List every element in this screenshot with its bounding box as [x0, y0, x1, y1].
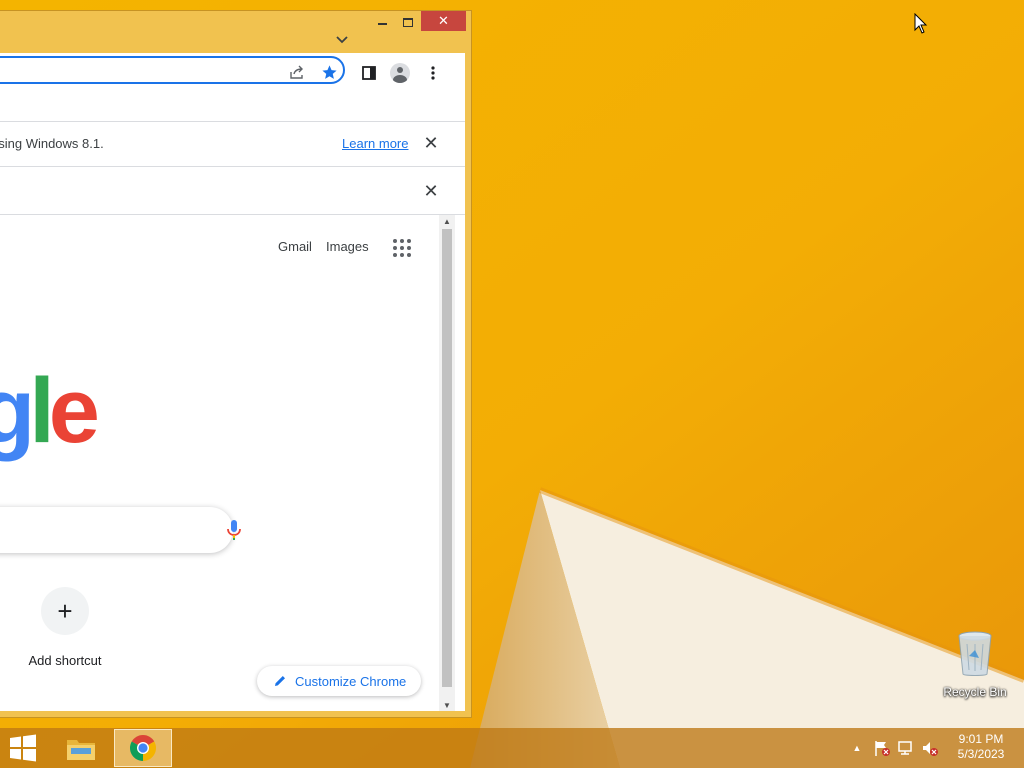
chevron-down-icon[interactable] [331, 29, 353, 51]
share-icon[interactable] [288, 63, 306, 81]
volume-muted-icon[interactable] [920, 738, 940, 758]
maximize-button[interactable] [399, 15, 417, 31]
chrome-taskbar-button[interactable] [114, 729, 172, 767]
logo-letter: g [0, 360, 35, 462]
file-explorer-icon[interactable] [60, 731, 102, 765]
close-window-button[interactable]: ✕ [421, 11, 466, 31]
bookmarks-bar [0, 88, 465, 122]
scrollbar-thumb[interactable] [442, 229, 452, 687]
gmail-link[interactable]: Gmail [278, 239, 312, 254]
recycle-bin-icon [958, 631, 992, 676]
scroll-down-arrow-icon[interactable]: ▼ [439, 699, 455, 711]
clock-time: 9:01 PM [958, 732, 1004, 746]
customize-chrome-label: Customize Chrome [295, 673, 407, 689]
logo-letter: l [29, 360, 54, 462]
mouse-pointer-icon [914, 13, 928, 34]
close-icon[interactable]: ✕ [420, 132, 442, 154]
browser-toolbar [0, 53, 465, 88]
kebab-menu-icon[interactable] [422, 62, 444, 84]
windows-start-icon[interactable] [8, 734, 38, 762]
clock-date: 5/3/2023 [957, 747, 1005, 761]
vertical-scrollbar[interactable]: ▲ ▼ [439, 215, 455, 711]
recycle-bin[interactable]: Recycle Bin [942, 630, 1008, 699]
minimize-button[interactable] [373, 15, 391, 31]
search-box[interactable] [0, 507, 233, 553]
infobar-message: using Windows 8.1. [0, 136, 104, 151]
show-hidden-icons-icon[interactable]: ▲ [850, 738, 864, 758]
system-clock[interactable]: 9:01 PM 5/3/2023 [944, 732, 1018, 762]
recycle-bin-label: Recycle Bin [943, 685, 1007, 699]
logo-letter: e [48, 360, 100, 462]
title-bar[interactable]: ✕ [0, 11, 471, 53]
add-shortcut-button[interactable]: + [41, 587, 89, 635]
profile-icon[interactable] [389, 62, 411, 84]
infobar-windows-support: using Windows 8.1. Learn more ✕ [0, 122, 465, 167]
side-panel-icon[interactable] [358, 62, 380, 84]
infobar-second: ✕ [0, 167, 465, 215]
learn-more-link[interactable]: Learn more [342, 136, 408, 151]
chrome-window: ✕ using Windows 8.1. Learn more ✕ ✕ Gmai… [0, 10, 472, 718]
pencil-icon [273, 674, 287, 688]
add-shortcut-label: Add shortcut [28, 653, 102, 668]
action-center-flag-icon[interactable] [872, 738, 892, 758]
google-apps-icon[interactable] [391, 237, 415, 261]
microphone-icon[interactable] [225, 519, 243, 541]
chrome-icon [129, 735, 157, 761]
scroll-up-arrow-icon[interactable]: ▲ [439, 215, 455, 227]
google-logo: gle [0, 365, 100, 457]
network-icon[interactable] [896, 738, 916, 758]
browser-client: using Windows 8.1. Learn more ✕ ✕ Gmail … [0, 53, 465, 711]
customize-chrome-button[interactable]: Customize Chrome [257, 666, 421, 696]
star-icon[interactable] [320, 63, 338, 81]
new-tab-page: Gmail Images gle + Add shortcut Customiz… [0, 215, 439, 711]
images-link[interactable]: Images [326, 239, 369, 254]
taskbar: ▲ 9:01 PM 5/3/2023 [0, 728, 1024, 768]
close-icon[interactable]: ✕ [420, 180, 442, 202]
